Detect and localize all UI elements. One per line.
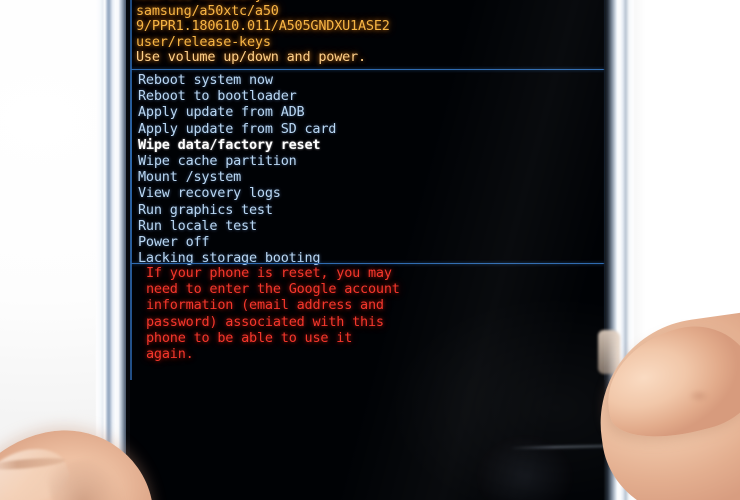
warning-line-2: need to enter the Google account [146,281,400,298]
phone-left-rail-highlight [102,0,107,500]
header-line-build: 9/PPR1.180610.011/A505GNDXU1ASE2 [136,18,390,35]
warning-line-6: again. [146,346,194,363]
menu-item-wipe-cache-partition[interactable]: Wipe cache partition [136,153,606,169]
screen-left-border [130,0,132,380]
menu-item-power-off[interactable]: Power off [136,234,606,250]
menu-item-wipe-data-factory-reset[interactable]: Wipe data/factory reset [130,136,606,154]
recovery-screen[interactable]: Android Recovery samsung/a50xtc/a50 9/PP… [130,0,606,500]
menu-item-apply-update-from-sd-card[interactable]: Apply update from SD card [136,121,606,137]
menu-item-reboot-system-now[interactable]: Reboot system now [136,72,606,88]
recovery-menu[interactable]: Reboot system now Reboot to bootloader A… [130,72,606,266]
warning-line-4: password) associated with this [146,313,384,330]
header-line-instructions: Use volume up/down and power. [136,49,366,66]
phone-device: Android Recovery samsung/a50xtc/a50 9/PP… [96,0,634,500]
menu-item-view-recovery-logs[interactable]: View recovery logs [136,185,606,201]
right-hand-knuckle [686,388,712,404]
warning-line-3: information (email address and [146,297,384,314]
phone-left-rail-highlight-secondary [116,0,120,500]
screen-reflection-blob [470,432,580,500]
menu-item-reboot-to-bootloader[interactable]: Reboot to bootloader [136,88,606,104]
menu-item-run-graphics-test[interactable]: Run graphics test [136,202,606,218]
menu-item-mount-system[interactable]: Mount /system [136,169,606,185]
header-line-device: samsung/a50xtc/a50 [136,2,279,19]
warning-divider [131,263,605,264]
header-divider [131,69,605,70]
recovery-header: Android Recovery samsung/a50xtc/a50 9/PP… [136,0,596,66]
menu-item-run-locale-test[interactable]: Run locale test [136,218,606,234]
warning-line-1: If your phone is reset, you may [146,265,392,281]
menu-item-apply-update-from-adb[interactable]: Apply update from ADB [136,104,606,120]
google-account-warning: If your phone is reset, you may need to … [146,265,446,362]
screenshot-stage: Android Recovery samsung/a50xtc/a50 9/PP… [0,0,740,500]
warning-line-5: phone to be able to use it [146,329,353,346]
